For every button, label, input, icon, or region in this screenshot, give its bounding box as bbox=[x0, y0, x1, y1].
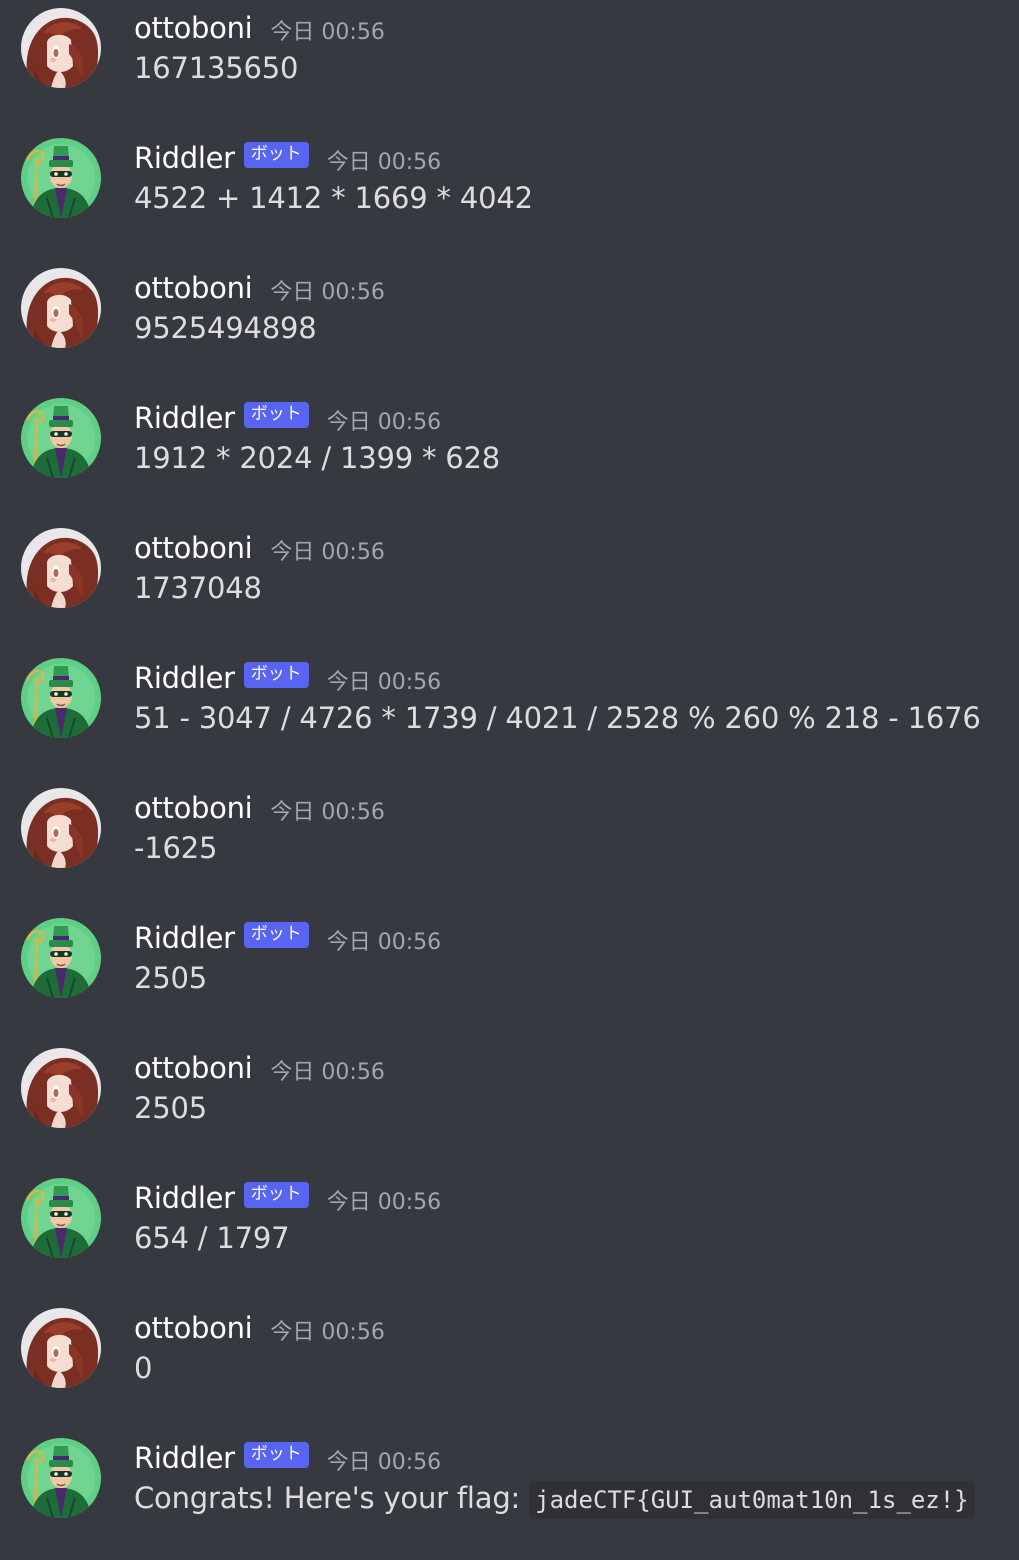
message-content: 51 - 3047 / 4726 * 1739 / 4021 / 2528 % … bbox=[134, 701, 981, 735]
username[interactable]: Riddler bbox=[134, 1441, 235, 1475]
message-list: ottoboni 今日 00:56 167135650 Riddler ボット … bbox=[0, 0, 1019, 1541]
message-item: ottoboni 今日 00:56 167135650 bbox=[0, 0, 1019, 130]
timestamp: 今日 00:56 bbox=[326, 1450, 442, 1475]
ottoboni-avatar-icon[interactable] bbox=[21, 1308, 101, 1388]
ottoboni-avatar-icon[interactable] bbox=[21, 268, 101, 348]
message-item: Riddler ボット 今日 00:56 654 / 1797 bbox=[0, 1170, 1019, 1300]
bot-tag: ボット bbox=[243, 1442, 309, 1468]
timestamp: 今日 00:56 bbox=[326, 670, 442, 695]
username[interactable]: Riddler bbox=[134, 661, 235, 695]
riddler-avatar-icon[interactable] bbox=[21, 658, 101, 738]
bot-tag: ボット bbox=[243, 142, 309, 168]
message-item: Riddler ボット 今日 00:56 51 - 3047 / 4726 * … bbox=[0, 650, 1019, 780]
timestamp: 今日 00:56 bbox=[270, 800, 385, 825]
message-header: ottoboni 今日 00:56 bbox=[134, 788, 385, 828]
message-content: 0 bbox=[134, 1351, 153, 1385]
message-header: ottoboni 今日 00:56 bbox=[134, 1308, 385, 1348]
message-content: Congrats! Here's your flag: jadeCTF{GUI_… bbox=[134, 1478, 975, 1520]
message-header: Riddler ボット 今日 00:56 bbox=[134, 1438, 441, 1478]
message-content: 1912 * 2024 / 1399 * 628 bbox=[134, 441, 501, 475]
ottoboni-avatar-icon[interactable] bbox=[21, 528, 101, 608]
bot-tag: ボット bbox=[243, 662, 309, 688]
message-header: Riddler ボット 今日 00:56 bbox=[134, 398, 441, 438]
ottoboni-avatar-icon[interactable] bbox=[21, 8, 101, 88]
message-content: 654 / 1797 bbox=[134, 1221, 290, 1255]
timestamp: 今日 00:56 bbox=[270, 1060, 385, 1085]
username[interactable]: Riddler bbox=[134, 1181, 235, 1215]
timestamp: 今日 00:56 bbox=[326, 410, 442, 435]
ottoboni-avatar-icon[interactable] bbox=[21, 1048, 101, 1128]
timestamp: 今日 00:56 bbox=[326, 930, 442, 955]
message-header: Riddler ボット 今日 00:56 bbox=[134, 918, 441, 958]
username[interactable]: ottoboni bbox=[134, 1311, 253, 1345]
riddler-avatar-icon[interactable] bbox=[21, 1438, 101, 1518]
message-header: ottoboni 今日 00:56 bbox=[134, 8, 385, 48]
timestamp: 今日 00:56 bbox=[270, 540, 385, 565]
message-content: 4522 + 1412 * 1669 * 4042 bbox=[134, 181, 533, 215]
message-item: Riddler ボット 今日 00:56 1912 * 2024 / 1399 … bbox=[0, 390, 1019, 520]
username[interactable]: ottoboni bbox=[134, 531, 253, 565]
message-content: 167135650 bbox=[134, 51, 299, 85]
ottoboni-avatar-icon[interactable] bbox=[21, 788, 101, 868]
username[interactable]: ottoboni bbox=[134, 271, 253, 305]
username[interactable]: ottoboni bbox=[134, 791, 253, 825]
timestamp: 今日 00:56 bbox=[270, 20, 385, 45]
timestamp: 今日 00:56 bbox=[326, 1190, 442, 1215]
message-item: ottoboni 今日 00:56 0 bbox=[0, 1300, 1019, 1430]
message-content: 2505 bbox=[134, 1091, 208, 1125]
riddler-avatar-icon[interactable] bbox=[21, 918, 101, 998]
riddler-avatar-icon[interactable] bbox=[21, 398, 101, 478]
message-header: Riddler ボット 今日 00:56 bbox=[134, 658, 441, 698]
username[interactable]: Riddler bbox=[134, 921, 235, 955]
message-item: Riddler ボット 今日 00:56 2505 bbox=[0, 910, 1019, 1040]
username[interactable]: ottoboni bbox=[134, 11, 253, 45]
message-item: Riddler ボット 今日 00:56 4522 + 1412 * 1669 … bbox=[0, 130, 1019, 260]
riddler-avatar-icon[interactable] bbox=[21, 138, 101, 218]
message-header: Riddler ボット 今日 00:56 bbox=[134, 1178, 441, 1218]
username[interactable]: Riddler bbox=[134, 141, 235, 175]
timestamp: 今日 00:56 bbox=[326, 150, 442, 175]
timestamp: 今日 00:56 bbox=[270, 1320, 385, 1345]
inline-code-flag: jadeCTF{GUI_aut0mat10n_1s_ez!} bbox=[529, 1481, 975, 1519]
message-text: Congrats! Here's your flag: bbox=[134, 1481, 521, 1515]
message-header: ottoboni 今日 00:56 bbox=[134, 1048, 385, 1088]
message-item: ottoboni 今日 00:56 1737048 bbox=[0, 520, 1019, 650]
message-header: Riddler ボット 今日 00:56 bbox=[134, 138, 441, 178]
message-content: -1625 bbox=[134, 831, 218, 865]
message-header: ottoboni 今日 00:56 bbox=[134, 268, 385, 308]
bot-tag: ボット bbox=[243, 402, 309, 428]
riddler-avatar-icon[interactable] bbox=[21, 1178, 101, 1258]
bot-tag: ボット bbox=[243, 1182, 309, 1208]
message-content: 9525494898 bbox=[134, 311, 317, 345]
timestamp: 今日 00:56 bbox=[270, 280, 385, 305]
message-item: ottoboni 今日 00:56 2505 bbox=[0, 1040, 1019, 1170]
bot-tag: ボット bbox=[243, 922, 309, 948]
message-content: 1737048 bbox=[134, 571, 262, 605]
username[interactable]: Riddler bbox=[134, 401, 235, 435]
message-header: ottoboni 今日 00:56 bbox=[134, 528, 385, 568]
message-item: ottoboni 今日 00:56 9525494898 bbox=[0, 260, 1019, 390]
username[interactable]: ottoboni bbox=[134, 1051, 253, 1085]
message-content: 2505 bbox=[134, 961, 208, 995]
message-item: ottoboni 今日 00:56 -1625 bbox=[0, 780, 1019, 910]
